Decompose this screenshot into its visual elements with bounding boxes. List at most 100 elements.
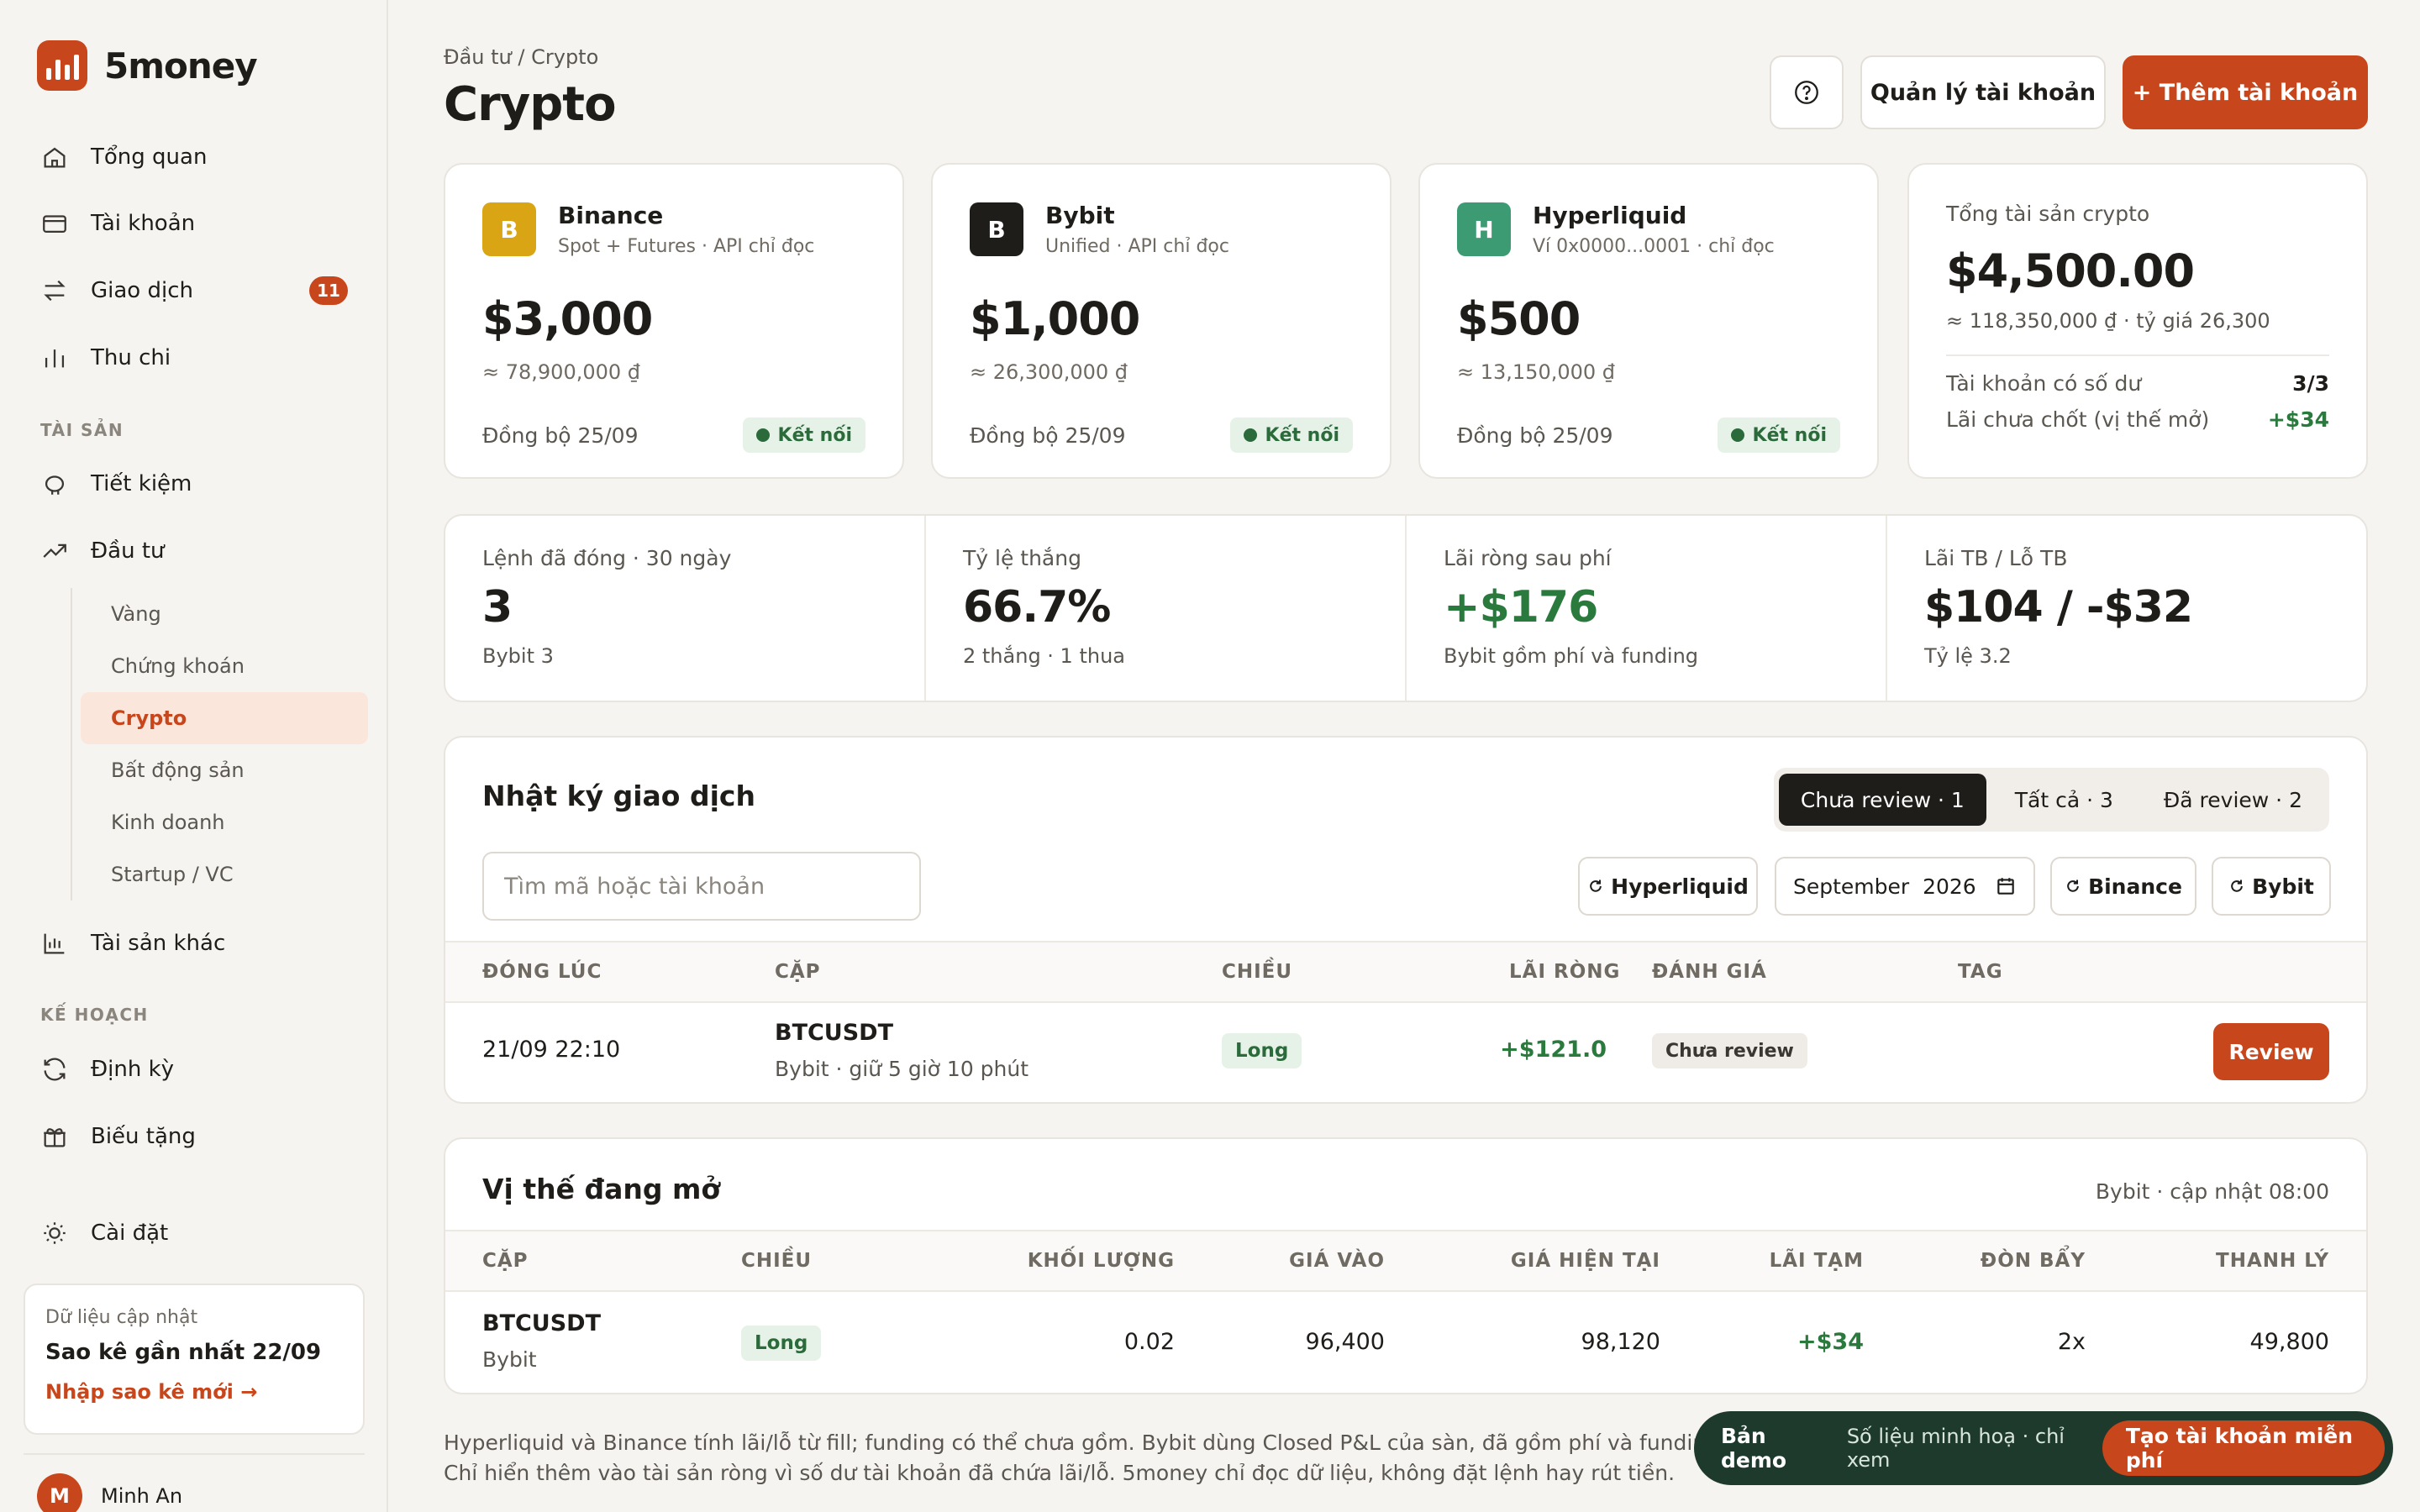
import-statement-link[interactable]: Nhập sao kê mới →	[45, 1380, 343, 1404]
nav-label: Biếu tặng	[91, 1124, 196, 1149]
nav-item-transactions[interactable]: Giao dịch 11	[24, 263, 365, 318]
exchange-balance-usd: $3,000	[482, 292, 653, 345]
filter-binance-button[interactable]: Binance	[2050, 857, 2196, 916]
column-header-review[interactable]: ĐÁNH GIÁ	[1652, 942, 1767, 1001]
filter-bybit-button[interactable]: Bybit	[2212, 857, 2331, 916]
accounts-value: 3/3	[2292, 371, 2329, 396]
add-account-button[interactable]: + Thêm tài khoản	[2123, 55, 2368, 129]
column-header-entry-price[interactable]: GIÁ VÀO	[1289, 1231, 1385, 1290]
exchange-card-hyperliquid[interactable]: H Hyperliquid Ví 0x0000...0001 · chỉ đọc…	[1418, 163, 1879, 479]
page-title: Crypto	[444, 77, 617, 132]
breadcrumb[interactable]: Đầu tư / Crypto	[444, 45, 598, 69]
repeat-icon	[44, 1058, 66, 1081]
subnav-item-real-estate[interactable]: Bất động sản	[81, 744, 368, 796]
total-vnd-rate: ≈ 118,350,000 ₫ · tỷ giá 26,300	[1946, 309, 2270, 333]
month-picker-value: September 2026	[1793, 874, 1976, 899]
review-cell: Chưa review	[1652, 1033, 1807, 1068]
help-circle-icon	[1795, 81, 1818, 104]
column-header-closed-at[interactable]: ĐÓNG LÚC	[482, 942, 602, 1001]
bar-chart-icon	[45, 349, 65, 368]
nav-item-recurring[interactable]: Định kỳ	[24, 1042, 365, 1097]
status-dot-icon	[1730, 428, 1744, 442]
open-positions: Vị thế đang mở Bybit · cập nhật 08:00 CẶ…	[444, 1137, 2368, 1394]
column-header-tag[interactable]: TAG	[1958, 942, 2003, 1001]
exchange-subtitle: Unified · API chỉ đọc	[1045, 236, 1229, 257]
connection-status-label: Kết nối	[777, 424, 852, 446]
transactions-count-badge: 11	[309, 276, 348, 305]
sidebar: 5money Tổng quan Tài khoản Giao dịch 11 …	[0, 0, 388, 1512]
tab-all[interactable]: Tất cả · 3	[1993, 774, 2135, 826]
unrealized-label: Lãi chưa chốt (vị thế mở)	[1946, 407, 2210, 432]
stat-label: Lãi TB / Lỗ TB	[1924, 546, 2068, 570]
subnav-item-business[interactable]: Kinh doanh	[81, 796, 368, 848]
sync-date: Đồng bộ 25/09	[1457, 423, 1613, 448]
net-pnl: +$121.0	[1500, 1037, 1607, 1063]
total-amount: $4,500.00	[1946, 244, 2195, 297]
help-button[interactable]	[1770, 55, 1844, 129]
nav-item-overview[interactable]: Tổng quan	[24, 129, 365, 185]
column-header-size[interactable]: KHỐI LƯỢNG	[1028, 1231, 1175, 1290]
refresh-icon	[2067, 879, 2079, 892]
nav-label: Tài sản khác	[91, 931, 226, 956]
manage-accounts-button[interactable]: Quản lý tài khoản	[1860, 55, 2106, 129]
nav-label: Định kỳ	[91, 1057, 175, 1082]
status-dot-icon	[755, 428, 770, 442]
column-header-side[interactable]: CHIỀU	[1222, 942, 1292, 1001]
brand-logo-icon	[37, 40, 87, 91]
column-header-leverage[interactable]: ĐÒN BẨY	[1981, 1231, 2086, 1290]
exchange-balance-usd: $500	[1457, 292, 1581, 345]
nav-item-accounts[interactable]: Tài khoản	[24, 196, 365, 251]
column-header-mark-price[interactable]: GIÁ HIỆN TẠI	[1511, 1231, 1660, 1290]
stat-avg-win-loss: Lãi TB / Lỗ TB $104 / -$32 Tỷ lệ 3.2	[1887, 516, 2366, 701]
create-free-account-button[interactable]: Tạo tài khoản miễn phí	[2102, 1420, 2385, 1476]
column-header-side[interactable]: CHIỀU	[741, 1231, 812, 1290]
piggy-bank-icon	[45, 475, 65, 495]
journal-title: Nhật ký giao dịch	[482, 780, 755, 812]
exchange-card-binance[interactable]: B Binance Spot + Futures · API chỉ đọc $…	[444, 163, 904, 479]
exchange-subtitle: Spot + Futures · API chỉ đọc	[558, 236, 815, 257]
column-header-pair[interactable]: CẶP	[482, 1231, 529, 1290]
stat-value: $104 / -$32	[1924, 582, 2193, 633]
stat-win-rate: Tỷ lệ thắng 66.7% 2 thắng · 1 thua	[926, 516, 1407, 701]
nav-item-other-assets[interactable]: Tài sản khác	[24, 916, 365, 971]
column-header-unrealized-pnl[interactable]: LÃI TẠM	[1770, 1231, 1864, 1290]
mark-price: 98,120	[1581, 1329, 1660, 1355]
total-crypto-card: Tổng tài sản crypto $4,500.00 ≈ 118,350,…	[1907, 163, 2368, 479]
bybit-logo-icon: B	[970, 202, 1023, 256]
stat-sub: Bybit gồm phí và funding	[1444, 644, 1699, 668]
tab-unreviewed[interactable]: Chưa review · 1	[1778, 774, 1986, 826]
side-cell: Long	[1222, 1033, 1302, 1068]
wallet-icon	[43, 215, 66, 234]
brand[interactable]: 5money	[37, 40, 258, 91]
position-size: 0.02	[1123, 1329, 1175, 1355]
subnav-item-startup[interactable]: Startup / VC	[81, 848, 368, 900]
filter-hyperliquid-button[interactable]: Hyperliquid	[1578, 857, 1758, 916]
section-label-plan: KẾ HOẠCH	[40, 1005, 149, 1025]
nav-item-savings[interactable]: Tiết kiệm	[24, 456, 365, 512]
nav-item-gifts[interactable]: Biếu tặng	[24, 1109, 365, 1164]
side-cell: Long	[741, 1326, 822, 1361]
status-dot-icon	[1243, 428, 1257, 442]
connection-status-label: Kết nối	[1265, 424, 1339, 446]
subnav-item-stocks[interactable]: Chứng khoán	[81, 640, 368, 692]
refresh-icon	[1590, 879, 1602, 892]
column-header-net-pnl[interactable]: LÃI RÒNG	[1509, 942, 1620, 1001]
unrealized-pnl: +$34	[1797, 1329, 1864, 1355]
total-label: Tổng tài sản crypto	[1946, 202, 2150, 226]
exchange-card-bybit[interactable]: B Bybit Unified · API chỉ đọc $1,000 ≈ 2…	[931, 163, 1392, 479]
tab-reviewed[interactable]: Đã review · 2	[2142, 774, 2324, 826]
stat-value: +$176	[1444, 582, 1598, 633]
column-header-liquidation[interactable]: THANH LÝ	[2216, 1231, 2329, 1290]
user-profile[interactable]: M Minh An	[24, 1453, 365, 1512]
nav-item-settings[interactable]: Cài đặt	[24, 1205, 365, 1261]
subnav-item-crypto[interactable]: Crypto	[81, 692, 368, 744]
subnav-item-gold[interactable]: Vàng	[81, 588, 368, 640]
column-header-pair[interactable]: CẶP	[775, 942, 821, 1001]
review-button[interactable]: Review	[2213, 1023, 2329, 1080]
nav-item-investment[interactable]: Đầu tư	[24, 523, 365, 579]
nav-item-income-expense[interactable]: Thu chi	[24, 330, 365, 386]
unrealized-value: +$34	[2267, 407, 2329, 432]
month-picker[interactable]: September 2026	[1775, 857, 2035, 916]
exchange-balance-vnd: ≈ 13,150,000 ₫	[1457, 360, 1616, 384]
search-input[interactable]	[482, 852, 921, 921]
